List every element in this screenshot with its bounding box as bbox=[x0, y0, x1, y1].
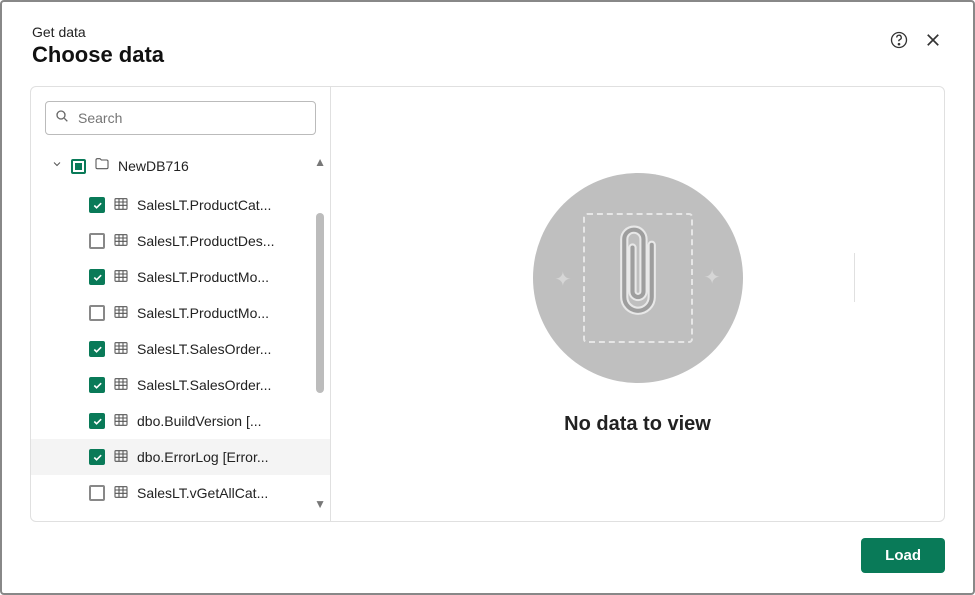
table-checkbox[interactable] bbox=[89, 377, 105, 393]
table-item[interactable]: SalesLT.ProductCat... bbox=[31, 187, 330, 223]
table-item[interactable]: dbo.ErrorLog [Error... bbox=[31, 439, 330, 475]
header-title: Choose data bbox=[32, 42, 164, 68]
table-checkbox[interactable] bbox=[89, 449, 105, 465]
table-label: SalesLT.SalesOrder... bbox=[137, 341, 271, 357]
table-checkbox[interactable] bbox=[89, 233, 105, 249]
table-icon bbox=[113, 232, 129, 251]
help-icon[interactable] bbox=[889, 30, 909, 50]
table-item[interactable]: SalesLT.ProductDes... bbox=[31, 223, 330, 259]
database-name: NewDB716 bbox=[118, 158, 189, 174]
table-label: SalesLT.ProductCat... bbox=[137, 197, 271, 213]
table-icon bbox=[113, 376, 129, 395]
search-input[interactable] bbox=[78, 110, 307, 126]
empty-state-graphic: ✦ ✦ bbox=[533, 173, 743, 383]
load-button[interactable]: Load bbox=[861, 538, 945, 573]
scrollbar-track[interactable] bbox=[316, 213, 324, 511]
scrollbar-thumb[interactable] bbox=[316, 213, 324, 393]
object-tree: NewDB716 SalesLT.ProductCat...SalesLT.Pr… bbox=[31, 153, 330, 511]
table-item[interactable]: SalesLT.SalesOrder... bbox=[31, 367, 330, 403]
table-checkbox[interactable] bbox=[89, 305, 105, 321]
table-checkbox[interactable] bbox=[89, 485, 105, 501]
chevron-down-icon[interactable] bbox=[51, 157, 63, 175]
close-icon[interactable] bbox=[923, 30, 943, 50]
paperclip-icon bbox=[607, 220, 669, 335]
table-item[interactable]: dbo.BuildVersion [... bbox=[31, 403, 330, 439]
table-label: SalesLT.SalesOrder... bbox=[137, 377, 271, 393]
scroll-down-arrow[interactable]: ▼ bbox=[314, 497, 326, 511]
sparkle-icon: ✦ bbox=[704, 265, 721, 290]
preview-panel: ✦ ✦ No data to view bbox=[331, 87, 944, 521]
header-actions bbox=[889, 30, 943, 50]
table-icon bbox=[113, 268, 129, 287]
header-titles: Get data Choose data bbox=[32, 24, 164, 68]
table-label: SalesLT.ProductMo... bbox=[137, 305, 269, 321]
db-tristate-checkbox[interactable] bbox=[71, 159, 86, 174]
table-icon bbox=[113, 304, 129, 323]
table-checkbox[interactable] bbox=[89, 269, 105, 285]
table-item[interactable]: SalesLT.ProductMo... bbox=[31, 259, 330, 295]
dialog-body: NewDB716 SalesLT.ProductCat...SalesLT.Pr… bbox=[30, 86, 945, 522]
table-checkbox[interactable] bbox=[89, 197, 105, 213]
folder-icon bbox=[94, 156, 110, 177]
table-item[interactable]: SalesLT.SalesOrder... bbox=[31, 331, 330, 367]
table-icon bbox=[113, 412, 129, 431]
empty-state-text: No data to view bbox=[564, 413, 711, 436]
scroll-up-arrow[interactable]: ▲ bbox=[314, 155, 326, 169]
table-icon bbox=[113, 448, 129, 467]
header-subtitle: Get data bbox=[32, 24, 164, 40]
table-icon bbox=[113, 484, 129, 503]
table-label: SalesLT.vGetAllCat... bbox=[137, 485, 268, 501]
search-box[interactable] bbox=[45, 101, 316, 135]
search-icon bbox=[54, 108, 70, 129]
table-label: SalesLT.ProductMo... bbox=[137, 269, 269, 285]
table-checkbox[interactable] bbox=[89, 341, 105, 357]
dialog-header: Get data Choose data bbox=[2, 2, 973, 78]
dialog-footer: Load bbox=[2, 522, 973, 593]
table-label: dbo.ErrorLog [Error... bbox=[137, 449, 269, 465]
table-item[interactable]: SalesLT.ProductMo... bbox=[31, 295, 330, 331]
navigator-panel: NewDB716 SalesLT.ProductCat...SalesLT.Pr… bbox=[31, 87, 331, 521]
table-icon bbox=[113, 196, 129, 215]
table-checkbox[interactable] bbox=[89, 413, 105, 429]
table-item[interactable]: SalesLT.vGetAllCat... bbox=[31, 475, 330, 511]
database-node[interactable]: NewDB716 bbox=[31, 153, 330, 179]
table-label: SalesLT.ProductDes... bbox=[137, 233, 274, 249]
tree-items: SalesLT.ProductCat... SalesLT.ProductDes.… bbox=[31, 187, 330, 511]
table-icon bbox=[113, 340, 129, 359]
table-label: dbo.BuildVersion [... bbox=[137, 413, 262, 429]
choose-data-dialog: Get data Choose data bbox=[0, 0, 975, 595]
search-wrap bbox=[31, 101, 330, 135]
